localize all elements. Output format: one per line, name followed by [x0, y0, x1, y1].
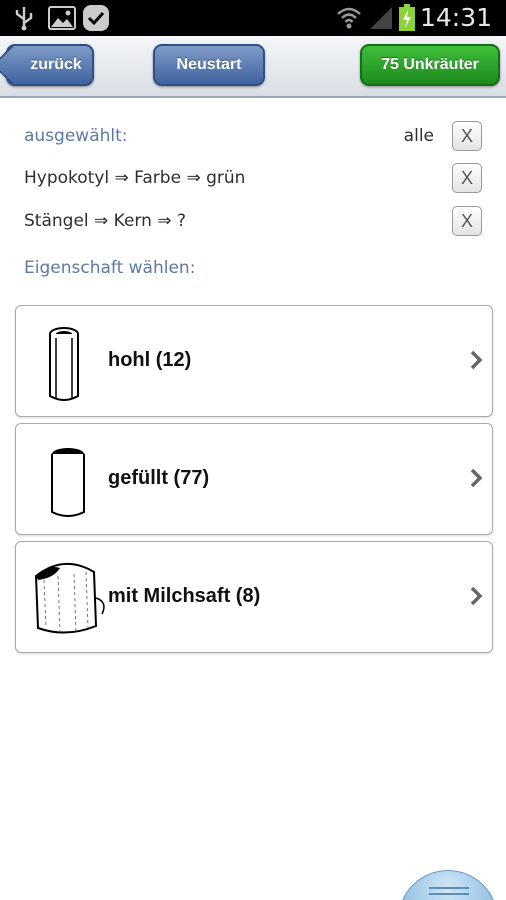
- status-bar: 14:31: [0, 0, 506, 36]
- clear-all-symbol: X: [460, 125, 473, 146]
- criterion-row: Hypokotyl ⇒ Farbe ⇒ grün X: [24, 158, 482, 198]
- choose-property-label: Eigenschaft wählen:: [24, 258, 196, 278]
- chevron-right-icon: [470, 350, 483, 370]
- all-label: alle: [403, 126, 434, 146]
- remove-criterion-symbol: X: [460, 167, 473, 188]
- clock: 14:31: [419, 3, 492, 32]
- selection-label: ausgewählt:: [24, 126, 128, 146]
- criterion-text: Hypokotyl ⇒ Farbe ⇒ grün: [24, 168, 246, 188]
- menu-line-icon: [429, 887, 469, 889]
- hollow-stem-icon: [34, 322, 114, 402]
- weeds-count-button[interactable]: 75 Unkräuter: [360, 44, 500, 86]
- remove-criterion-button[interactable]: X: [452, 163, 482, 193]
- usb-icon: [12, 0, 36, 36]
- option-label: gefüllt (77): [108, 467, 210, 489]
- wifi-icon: [336, 0, 362, 36]
- signal-icon: [368, 0, 394, 36]
- battery-charging-icon: [398, 0, 416, 36]
- action-bar: zurück Neustart 75 Unkräuter: [0, 36, 506, 98]
- chevron-right-icon: [470, 468, 483, 488]
- option-label: hohl (12): [108, 349, 192, 371]
- selection-header: ausgewählt: alle X: [24, 116, 482, 156]
- criterion-text: Stängel ⇒ Kern ⇒ ?: [24, 211, 186, 231]
- criterion-row: Stängel ⇒ Kern ⇒ ? X: [24, 201, 482, 241]
- back-button[interactable]: zurück: [0, 44, 94, 86]
- chevron-right-icon: [470, 586, 483, 606]
- image-icon: [48, 0, 76, 36]
- restart-button-label: Neustart: [176, 56, 242, 73]
- menu-handle-button[interactable]: [398, 870, 498, 900]
- restart-button[interactable]: Neustart: [153, 44, 265, 86]
- weeds-count-label: 75 Unkräuter: [381, 56, 479, 73]
- clear-all-button[interactable]: X: [452, 121, 482, 151]
- menu-line-icon: [429, 893, 469, 895]
- option-milky-sap[interactable]: mit Milchsaft (8): [15, 541, 493, 653]
- back-button-label: zurück: [30, 56, 82, 73]
- check-icon: [82, 0, 110, 36]
- option-filled[interactable]: gefüllt (77): [15, 423, 493, 535]
- option-hollow[interactable]: hohl (12): [15, 305, 493, 417]
- filled-stem-icon: [34, 440, 114, 520]
- remove-criterion-symbol: X: [460, 210, 473, 231]
- option-label: mit Milchsaft (8): [108, 585, 261, 607]
- milky-sap-stem-icon: [24, 558, 114, 638]
- remove-criterion-button[interactable]: X: [452, 206, 482, 236]
